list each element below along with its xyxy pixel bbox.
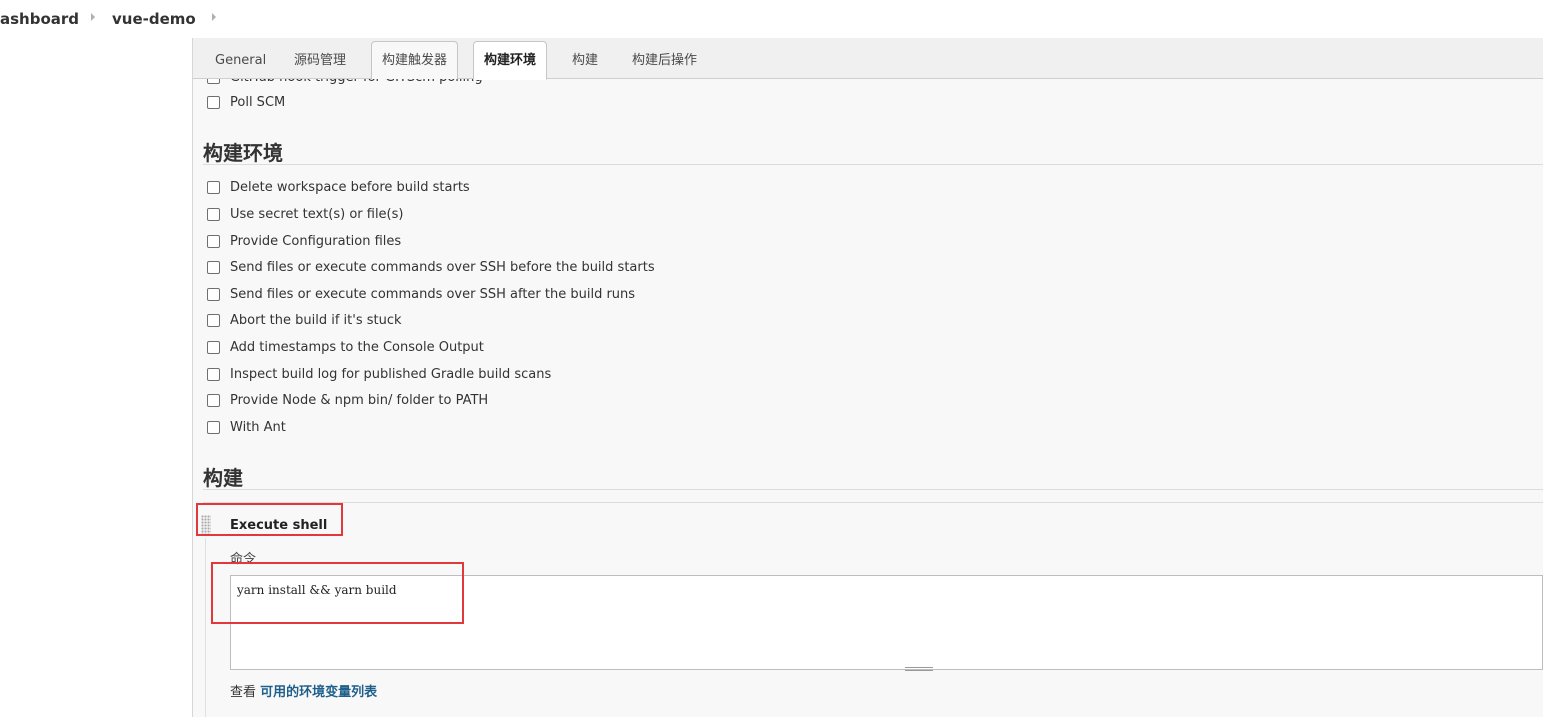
help-prefix-text: 查看 — [230, 685, 257, 700]
checkbox[interactable] — [207, 207, 220, 221]
checkbox-label: Provide Node & npm bin/ folder to PATH — [230, 392, 489, 408]
env-option[interactable]: Provide Configuration files — [207, 231, 401, 251]
checkbox-label: Delete workspace before build starts — [230, 179, 470, 195]
env-option[interactable]: Provide Node & npm bin/ folder to PATH — [207, 390, 488, 410]
checkbox-label: With Ant — [230, 419, 286, 435]
env-option[interactable]: Inspect build log for published Gradle b… — [207, 364, 551, 384]
sidebar — [0, 38, 192, 717]
checkbox[interactable] — [207, 340, 220, 354]
textarea-resize-handle-icon[interactable] — [905, 667, 933, 671]
env-option[interactable]: Delete workspace before build starts — [207, 177, 470, 197]
tab-build[interactable]: 构建 — [561, 41, 609, 79]
checkbox-label: Poll SCM — [230, 94, 286, 110]
env-vars-help: 查看 可用的环境变量列表 — [230, 681, 377, 700]
checkbox-label: Send files or execute commands over SSH … — [230, 286, 636, 302]
checkbox-label: Use secret text(s) or file(s) — [230, 206, 404, 222]
env-option[interactable]: Abort the build if it's stuck — [207, 310, 402, 330]
checkbox-label: Abort the build if it's stuck — [230, 312, 402, 328]
tab-post-build[interactable]: 构建后操作 — [621, 41, 708, 79]
section-title-build: 构建 — [203, 466, 243, 490]
config-tab-bar: General 源码管理 构建触发器 构建环境 构建 构建后操作 — [193, 38, 1543, 80]
section-divider — [203, 489, 1543, 490]
checkbox-label: Send files or execute commands over SSH … — [230, 259, 655, 275]
breadcrumb-dashboard[interactable]: ashboard — [0, 10, 79, 28]
tab-general[interactable]: General — [204, 41, 277, 79]
env-option[interactable]: With Ant — [207, 417, 286, 437]
checkbox-label: Add timestamps to the Console Output — [230, 339, 484, 355]
env-vars-list-link[interactable]: 可用的环境变量列表 — [260, 685, 377, 700]
checkbox-label: Inspect build log for published Gradle b… — [230, 366, 552, 382]
checkbox[interactable] — [207, 234, 220, 248]
checkbox[interactable] — [207, 260, 220, 274]
section-title-build-environment: 构建环境 — [203, 141, 283, 165]
highlight-box-execute-shell — [196, 503, 343, 536]
highlight-box-command — [211, 562, 464, 624]
checkbox[interactable] — [207, 95, 220, 109]
breadcrumb-separator-icon — [91, 13, 95, 21]
build-step-border — [205, 538, 206, 717]
env-option[interactable]: Add timestamps to the Console Output — [207, 337, 484, 357]
tab-build-environment[interactable]: 构建环境 — [473, 41, 548, 80]
tab-source-management[interactable]: 源码管理 — [283, 41, 357, 79]
breadcrumb-job[interactable]: vue-demo — [112, 10, 196, 28]
env-option[interactable]: Use secret text(s) or file(s) — [207, 204, 403, 224]
checkbox[interactable] — [207, 367, 220, 381]
top-breadcrumb-bar: ashboard vue-demo — [0, 0, 1543, 38]
tab-build-triggers[interactable]: 构建触发器 — [371, 41, 459, 79]
checkbox[interactable] — [207, 180, 220, 194]
checkbox[interactable] — [207, 420, 220, 434]
checkbox[interactable] — [207, 287, 220, 301]
checkbox-label: Provide Configuration files — [230, 233, 402, 249]
env-option[interactable]: Send files or execute commands over SSH … — [207, 257, 655, 277]
breadcrumb-separator-icon — [212, 13, 216, 21]
section-divider — [203, 164, 1543, 165]
env-option[interactable]: Send files or execute commands over SSH … — [207, 284, 635, 304]
trigger-option-poll-scm[interactable]: Poll SCM — [207, 92, 285, 112]
checkbox[interactable] — [207, 313, 220, 327]
checkbox[interactable] — [207, 393, 220, 407]
